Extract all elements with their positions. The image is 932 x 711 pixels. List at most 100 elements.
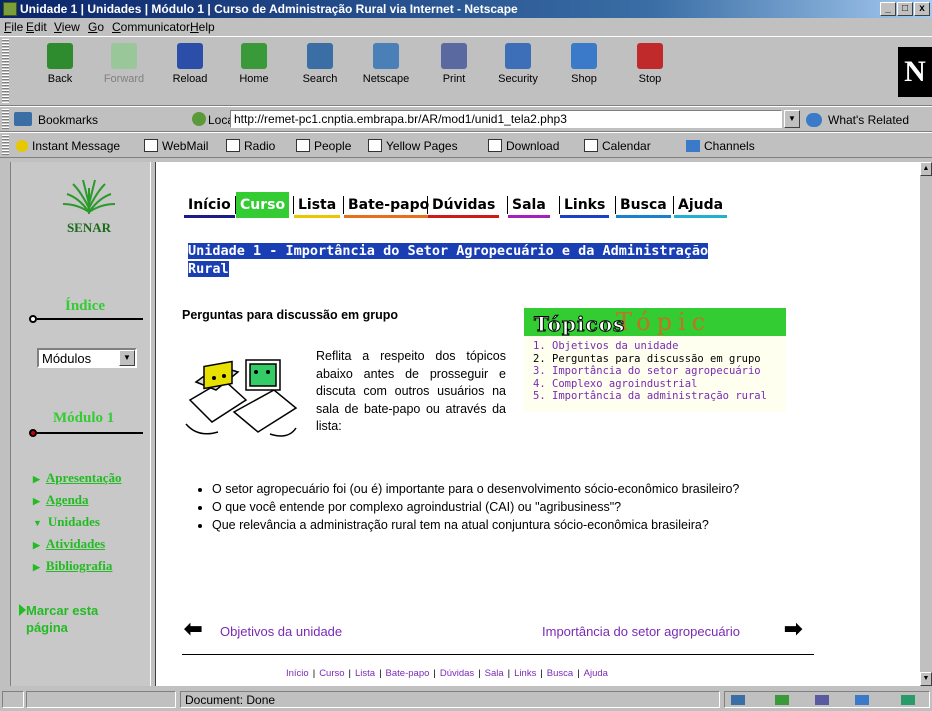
download-button[interactable]: Download — [488, 139, 559, 153]
reload-button[interactable]: Reload — [160, 43, 220, 85]
channels-label: Channels — [704, 139, 755, 153]
netscape-icon — [373, 43, 399, 69]
scroll-up-button[interactable]: ▲ — [920, 162, 932, 176]
url-field[interactable]: http://remet-pc1.cnptia.embrapa.br/AR/mo… — [230, 110, 782, 128]
indice-title: Índice — [65, 298, 106, 314]
footer-separator: | — [577, 668, 580, 679]
footer-separator: | — [433, 668, 436, 679]
menu-communicator[interactable]: Communicator — [112, 20, 190, 34]
left-nav-agenda[interactable]: ▶ Agenda — [33, 492, 89, 508]
tab-sala[interactable]: Sala — [508, 192, 550, 218]
tab-separator — [343, 196, 344, 214]
minimize-button[interactable]: _ — [880, 2, 896, 16]
toolbar-grip[interactable] — [2, 109, 9, 129]
footer-separator: | — [478, 668, 481, 679]
tab-links[interactable]: Links — [560, 192, 610, 218]
main-frame: Início Curso Lista Bate-papo Dúvidas Sala Link… — [156, 162, 920, 686]
back-label: Back — [47, 73, 73, 85]
scroll-down-button[interactable]: ▼ — [920, 672, 932, 686]
composer-icon[interactable] — [855, 695, 869, 705]
tab-inicio[interactable]: Início — [184, 192, 235, 218]
tab-ajuda[interactable]: Ajuda — [674, 192, 728, 218]
topic-item[interactable]: Complexo agroindustrial — [552, 378, 767, 391]
footer-link[interactable]: Ajuda — [584, 668, 608, 679]
footer-link[interactable]: Lista — [355, 668, 375, 679]
menu-file[interactable]: File — [4, 20, 23, 34]
arrow-left-icon[interactable]: ⬅ — [184, 616, 202, 642]
forward-button[interactable]: Forward — [94, 43, 154, 85]
footer-link[interactable]: Bate-papo — [386, 668, 430, 679]
previous-topic-link[interactable]: Objetivos da unidade — [220, 624, 342, 639]
discussions-icon[interactable] — [815, 695, 829, 705]
netscape-logo[interactable]: N — [898, 47, 932, 97]
url-dropdown-button[interactable]: ▼ — [784, 110, 800, 128]
topic-item[interactable]: Objetivos da unidade — [552, 340, 767, 353]
next-topic-link[interactable]: Importância do setor agropecuário — [542, 624, 740, 639]
tab-busca[interactable]: Busca — [616, 192, 671, 218]
shop-button[interactable]: Shop — [554, 43, 614, 85]
tab-lista[interactable]: Lista — [294, 192, 341, 218]
footer-divider — [182, 654, 814, 655]
menu-go[interactable]: Go — [88, 20, 104, 34]
status-text: Document: Done — [185, 693, 276, 707]
bookmarks-button[interactable]: Bookmarks — [38, 113, 98, 127]
menu-help[interactable]: Help — [190, 20, 215, 34]
tab-batepapo[interactable]: Bate-papo — [344, 192, 434, 218]
instant-message-button[interactable]: Instant Message — [16, 139, 120, 153]
footer-link[interactable]: Busca — [547, 668, 573, 679]
close-button[interactable]: x — [914, 2, 930, 16]
triangle-right-icon — [19, 604, 26, 616]
vertical-scrollbar[interactable]: ▲ ▼ — [920, 162, 932, 686]
lock-button[interactable]: Security — [488, 43, 548, 85]
maximize-button[interactable]: □ — [897, 2, 913, 16]
chevron-down-icon[interactable]: ▼ — [119, 350, 135, 366]
menu-edit[interactable]: Edit — [26, 20, 47, 34]
page-icon — [368, 139, 382, 152]
print-button[interactable]: Print — [424, 43, 484, 85]
topic-item[interactable]: Importância do setor agropecuário — [552, 365, 767, 378]
toolbar-grip[interactable] — [2, 39, 9, 103]
tab-separator — [427, 196, 428, 214]
footer-link[interactable]: Sala — [485, 668, 504, 679]
home-button[interactable]: Home — [224, 43, 284, 85]
mail-icon[interactable] — [775, 695, 789, 705]
modulos-select[interactable]: Módulos ▼ — [37, 348, 137, 368]
back-button[interactable]: Back — [30, 43, 90, 85]
bookmark-page-link[interactable]: Marcar esta página — [19, 602, 116, 636]
left-nav-unidades[interactable]: ▼ Unidades — [33, 514, 100, 530]
whats-related-button[interactable]: What's Related — [806, 113, 909, 127]
tab-curso[interactable]: Curso — [236, 192, 290, 218]
senar-logo[interactable]: SENAR — [59, 174, 119, 238]
tab-duvidas[interactable]: Dúvidas — [428, 192, 500, 218]
search-button[interactable]: Search — [290, 43, 350, 85]
security-status-icon[interactable] — [2, 691, 24, 708]
left-nav-bibliografia[interactable]: ▶ Bibliografia — [33, 558, 112, 574]
radio-button[interactable]: Radio — [226, 139, 275, 153]
reload-label: Reload — [172, 73, 208, 85]
indice-bullet — [29, 315, 37, 323]
netscape-window-icon[interactable] — [3, 2, 17, 16]
edit-icon[interactable] — [901, 695, 915, 705]
stop-button[interactable]: Stop — [620, 43, 680, 85]
triangle-right-icon: ▶ — [33, 540, 40, 550]
left-nav-apresentacao[interactable]: ▶ Apresentação — [33, 470, 122, 486]
calendar-button[interactable]: Calendar — [584, 139, 651, 153]
footer-link[interactable]: Dúvidas — [440, 668, 474, 679]
footer-link[interactable]: Curso — [319, 668, 344, 679]
channels-button[interactable]: Channels — [686, 139, 755, 153]
left-nav-atividades[interactable]: ▶ Atividades — [33, 536, 105, 552]
webmail-button[interactable]: WebMail — [144, 139, 208, 153]
toolbar-grip[interactable] — [2, 135, 9, 155]
title-bar: Unidade 1 | Unidades | Módulo 1 | Curso … — [0, 0, 932, 18]
calendar-label: Calendar — [602, 139, 651, 153]
people-button[interactable]: People — [296, 139, 351, 153]
menu-view[interactable]: View — [54, 20, 80, 34]
topic-item[interactable]: Importância da administração rural — [552, 390, 767, 403]
footer-link[interactable]: Início — [286, 668, 309, 679]
arrow-right-icon[interactable]: ➡ — [784, 616, 802, 642]
footer-link[interactable]: Links — [514, 668, 536, 679]
navigator-icon[interactable] — [731, 695, 745, 705]
yellow-pages-button[interactable]: Yellow Pages — [368, 139, 458, 153]
netscape-button[interactable]: Netscape — [356, 43, 416, 85]
personal-toolbar: Instant Message WebMail Radio People Yel… — [0, 132, 932, 158]
